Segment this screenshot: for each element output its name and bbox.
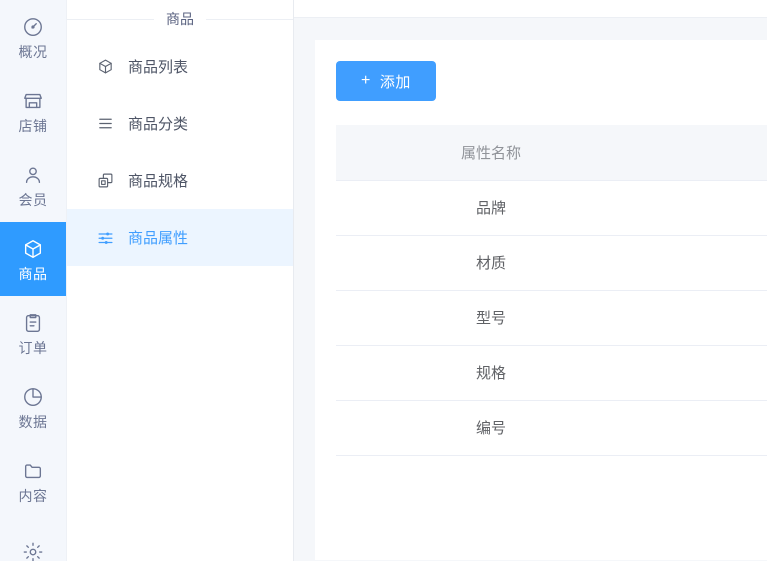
sidebar-item-label: 数据 [19,415,48,429]
table-row[interactable]: 规格 [336,345,767,400]
box-icon [22,238,44,260]
cell-attribute-name: 编号 [336,400,646,455]
submenu-item-product-list[interactable]: 商品列表 [67,38,293,95]
sidebar-item-member[interactable]: 会员 [0,148,67,222]
sidebar-item-label: 内容 [19,489,48,503]
cell-spacer [646,235,767,290]
app-root: 概况 店铺 会员 商品 [0,0,767,561]
cell-spacer [646,400,767,455]
table-row[interactable]: 编号 [336,400,767,455]
table-body: 品牌 材质 型号 规格 [336,180,767,455]
table-row[interactable]: 材质 [336,235,767,290]
submenu-title-text: 商品 [154,12,206,26]
pie-chart-icon [22,386,44,408]
secondary-sidebar: 商品 商品列表 商品分类 [67,0,294,561]
table-header-row: 属性名称 [336,125,767,180]
sidebar-item-label: 店铺 [19,119,48,133]
clipboard-icon [22,312,44,334]
user-icon [22,164,44,186]
sidebar-item-settings[interactable] [0,518,67,561]
column-header-attribute-name: 属性名称 [336,125,646,180]
cell-attribute-name: 规格 [336,345,646,400]
add-button-label: 添加 [380,71,411,92]
sidebar-item-overview[interactable]: 概况 [0,0,67,74]
submenu-item-product-spec[interactable]: 商品规格 [67,152,293,209]
dashboard-icon [22,16,44,38]
submenu-item-label: 商品列表 [128,56,188,77]
attribute-table: 属性名称 品牌 材质 型号 [336,125,767,456]
gear-icon [22,541,44,561]
table-row[interactable]: 型号 [336,290,767,345]
cell-attribute-name: 型号 [336,290,646,345]
cell-attribute-name: 品牌 [336,180,646,235]
sidebar-item-label: 会员 [19,193,48,207]
submenu-item-product-attribute[interactable]: 商品属性 [67,209,293,266]
cell-spacer [646,180,767,235]
sliders-icon [96,229,114,247]
submenu-item-label: 商品规格 [128,170,188,191]
cell-spacer [646,290,767,345]
layers-icon [96,172,114,190]
table-row[interactable]: 品牌 [336,180,767,235]
sidebar-item-content[interactable]: 内容 [0,444,67,518]
list-icon [96,115,114,133]
folder-icon [22,460,44,482]
sidebar-item-data[interactable]: 数据 [0,370,67,444]
sidebar-item-product[interactable]: 商品 [0,222,67,296]
table-header: 属性名称 [336,125,767,180]
sidebar-item-label: 概况 [19,45,48,59]
plus-icon: + [361,73,371,89]
submenu-item-product-category[interactable]: 商品分类 [67,95,293,152]
box-icon [96,58,114,76]
top-header-bar [294,0,767,18]
cell-spacer [646,345,767,400]
sidebar-item-label: 商品 [19,267,48,281]
add-button[interactable]: + 添加 [336,61,436,101]
submenu-item-label: 商品分类 [128,113,188,134]
cell-attribute-name: 材质 [336,235,646,290]
sidebar-item-shop[interactable]: 店铺 [0,74,67,148]
main-area: + 添加 属性名称 品牌 [294,0,767,561]
content-scroll-area: + 添加 属性名称 品牌 [294,18,767,561]
submenu-title: 商品 [67,0,293,38]
submenu-item-label: 商品属性 [128,227,188,248]
sidebar-item-order[interactable]: 订单 [0,296,67,370]
shop-icon [22,90,44,112]
primary-sidebar: 概况 店铺 会员 商品 [0,0,67,561]
sidebar-item-label: 订单 [19,341,48,355]
column-header-spacer [646,125,767,180]
content-card: + 添加 属性名称 品牌 [315,40,767,560]
